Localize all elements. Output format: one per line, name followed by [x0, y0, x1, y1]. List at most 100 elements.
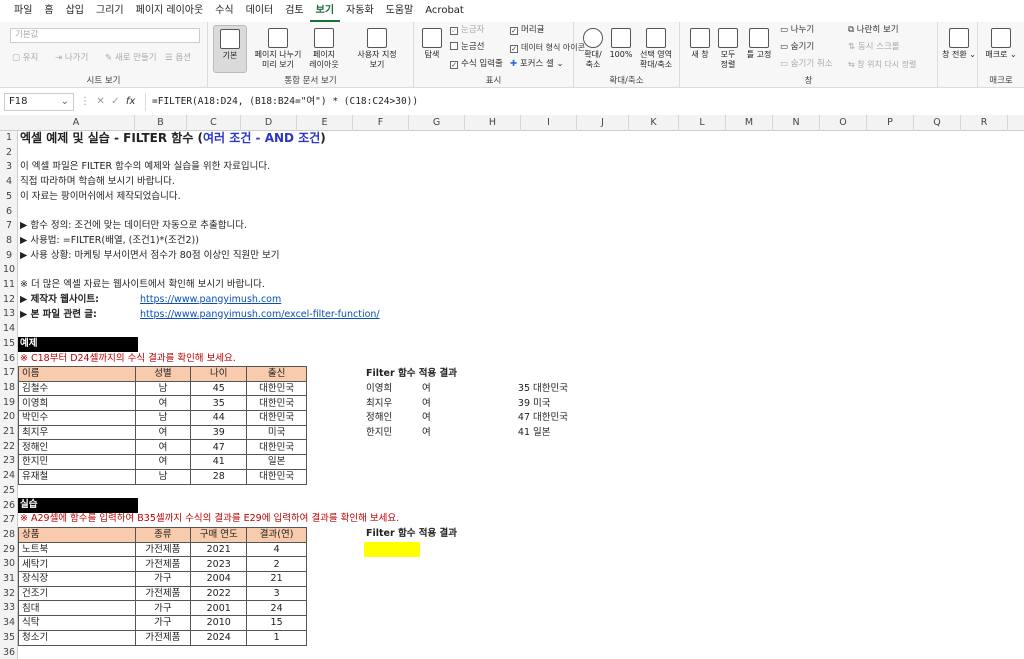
row-header[interactable]: 16 [0, 352, 18, 367]
row-header[interactable]: 1 [0, 131, 18, 146]
hide-button[interactable]: ▭ 숨기기 [780, 41, 814, 54]
normal-view-button[interactable]: 기본 [213, 25, 247, 73]
column-header-cell[interactable]: 출신 [246, 366, 307, 382]
table-cell[interactable]: 41 [190, 454, 248, 470]
row-header[interactable]: 6 [0, 205, 18, 220]
menu-item[interactable]: 홈 [38, 0, 59, 22]
worksheet-cells[interactable]: 엑셀 예제 및 실습 - FILTER 함수 (여러 조건 - AND 조건) … [18, 131, 1024, 659]
row-header[interactable]: 17 [0, 366, 18, 381]
result-cell[interactable]: 여 [422, 397, 431, 412]
table-cell[interactable]: 박민수 [18, 410, 136, 426]
table-cell[interactable]: 여 [134, 424, 192, 441]
column-header-cell[interactable]: 이름 [18, 366, 136, 382]
column-header[interactable]: O [820, 115, 867, 131]
sheet-view-keep-button[interactable]: ▢ 유지 [12, 52, 38, 65]
table-cell[interactable]: 가전제품 [134, 541, 192, 558]
row-header[interactable]: 28 [0, 528, 18, 543]
switch-windows-button[interactable]: 창 전환 ⌄ [942, 28, 976, 60]
table-cell[interactable]: 4 [246, 541, 307, 558]
table-cell[interactable]: 47 [190, 439, 248, 456]
table-cell[interactable]: 2022 [190, 585, 248, 602]
column-header-cell[interactable]: 나이 [190, 366, 248, 382]
row-header[interactable]: 26 [0, 499, 18, 514]
table-cell[interactable]: 남 [134, 410, 192, 426]
table-cell[interactable]: 한지민 [18, 454, 136, 470]
table-cell[interactable]: 2021 [190, 541, 248, 558]
column-header[interactable]: Q [914, 115, 961, 131]
column-header[interactable]: B [135, 115, 187, 131]
row-header[interactable]: 13 [0, 307, 18, 322]
row-header[interactable]: 34 [0, 616, 18, 631]
formula-bar-checkbox[interactable]: ✓ 수식 입력줄 [450, 58, 503, 71]
table-cell[interactable]: 2024 [190, 629, 248, 646]
column-header-cell[interactable]: 성별 [134, 366, 192, 382]
sheet-view-options-button[interactable]: ☰ 옵션 [165, 52, 191, 65]
row-header[interactable]: 23 [0, 454, 18, 469]
table-cell[interactable]: 39 [190, 424, 248, 441]
table-cell[interactable]: 가전제품 [134, 629, 192, 646]
result-cell[interactable]: 미국 [533, 397, 550, 412]
row-header[interactable]: 5 [0, 190, 18, 205]
table-cell[interactable]: 미국 [246, 424, 307, 441]
row-header[interactable]: 21 [0, 425, 18, 440]
row-header[interactable]: 36 [0, 646, 18, 659]
result-cell[interactable]: 41 [498, 426, 530, 441]
table-cell[interactable]: 2004 [190, 571, 248, 587]
row-header[interactable]: 12 [0, 293, 18, 308]
menu-item[interactable]: 삽입 [60, 0, 90, 22]
column-header-cell[interactable]: 종류 [134, 527, 192, 543]
row-header[interactable]: 8 [0, 234, 18, 249]
table-cell[interactable]: 가전제품 [134, 585, 192, 602]
table-cell[interactable]: 대한민국 [246, 439, 307, 456]
headings-checkbox[interactable]: ✓ 머리글 [510, 24, 544, 37]
sheet-view-exit-button[interactable]: ⇥ 나가기 [55, 52, 88, 65]
result-cell[interactable]: 최지우 [366, 397, 392, 412]
row-header[interactable]: 33 [0, 601, 18, 616]
table-cell[interactable]: 일본 [246, 454, 307, 470]
table-cell[interactable]: 유재철 [18, 468, 136, 485]
table-cell[interactable]: 가구 [134, 615, 192, 631]
row-header[interactable]: 20 [0, 410, 18, 425]
side-by-side-button[interactable]: ⧉ 나란히 보기 [848, 24, 899, 37]
cancel-icon[interactable]: ✕ [96, 96, 104, 107]
table-cell[interactable]: 여 [134, 454, 192, 470]
result-cell[interactable]: 여 [422, 411, 431, 426]
result-cell[interactable]: 이영희 [366, 382, 392, 397]
menu-item[interactable]: 수식 [209, 0, 239, 22]
freeze-panes-button[interactable]: 틀 고정 [742, 28, 776, 60]
result-cell[interactable]: 35 [498, 382, 530, 397]
table-cell[interactable]: 24 [246, 600, 307, 617]
row-header[interactable]: 25 [0, 484, 18, 499]
table-cell[interactable]: 장식장 [18, 571, 136, 587]
result-cell[interactable]: 39 [498, 397, 530, 412]
row-header[interactable]: 22 [0, 440, 18, 455]
ruler-checkbox[interactable]: ✓ 눈금자 [450, 24, 484, 37]
column-header[interactable]: C [187, 115, 241, 131]
reset-window-position-button[interactable]: ⇆ 창 위치 다시 정렬 [848, 58, 916, 71]
row-header[interactable]: 27 [0, 513, 18, 528]
table-cell[interactable]: 식탁 [18, 615, 136, 631]
menu-item[interactable]: 데이터 [240, 0, 280, 22]
column-header[interactable]: M [726, 115, 773, 131]
column-header-cell[interactable]: 결과(연) [246, 527, 307, 543]
menu-item[interactable]: 검토 [279, 0, 309, 22]
table-cell[interactable]: 여 [134, 395, 192, 412]
row-header[interactable]: 31 [0, 572, 18, 587]
row-header[interactable]: 24 [0, 469, 18, 484]
column-header[interactable]: P [867, 115, 914, 131]
table-cell[interactable]: 정해인 [18, 439, 136, 456]
result-cell[interactable]: 대한민국 [533, 411, 568, 426]
row-header[interactable]: 4 [0, 175, 18, 190]
formula-input[interactable]: =FILTER(A18:D24, (B18:B24="여") * (C18:C2… [145, 93, 1015, 111]
table-cell[interactable]: 45 [190, 380, 248, 397]
unhide-button[interactable]: ▭ 숨기기 취소 [780, 58, 833, 71]
column-header[interactable]: F [353, 115, 409, 131]
column-header[interactable]: I [521, 115, 577, 131]
table-cell[interactable]: 3 [246, 585, 307, 602]
column-header[interactable]: H [465, 115, 521, 131]
menu-item[interactable]: 그리기 [90, 0, 130, 22]
table-cell[interactable]: 노트북 [18, 541, 136, 558]
column-header-cell[interactable]: 구매 연도 [190, 527, 248, 543]
row-header[interactable]: 29 [0, 543, 18, 558]
column-header[interactable]: E [297, 115, 353, 131]
